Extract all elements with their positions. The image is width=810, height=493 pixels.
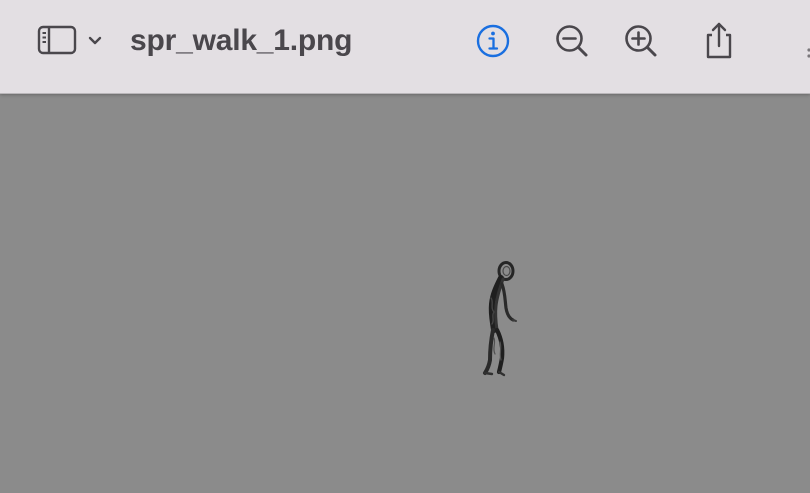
overflow-icon xyxy=(807,48,810,58)
zoom-out-icon xyxy=(556,25,588,57)
zoom-out-button[interactable] xyxy=(549,19,595,65)
preview-window: spr_walk_1.png xyxy=(0,0,810,493)
share-icon xyxy=(706,22,732,59)
info-button[interactable] xyxy=(470,19,516,65)
toolbar: spr_walk_1.png xyxy=(0,0,810,94)
window-title: spr_walk_1.png xyxy=(130,24,353,57)
share-button[interactable] xyxy=(696,16,742,66)
toolbar-overflow-indicator xyxy=(800,30,810,60)
zoom-in-button[interactable] xyxy=(618,19,664,65)
sidebar-icon xyxy=(37,25,102,55)
walking-figure-sprite xyxy=(483,261,517,377)
zoom-in-icon xyxy=(625,25,657,57)
sidebar-toggle-button[interactable] xyxy=(30,20,110,60)
image-canvas xyxy=(0,94,810,493)
chevron-down-icon xyxy=(88,36,102,45)
info-circle-icon xyxy=(476,24,510,58)
